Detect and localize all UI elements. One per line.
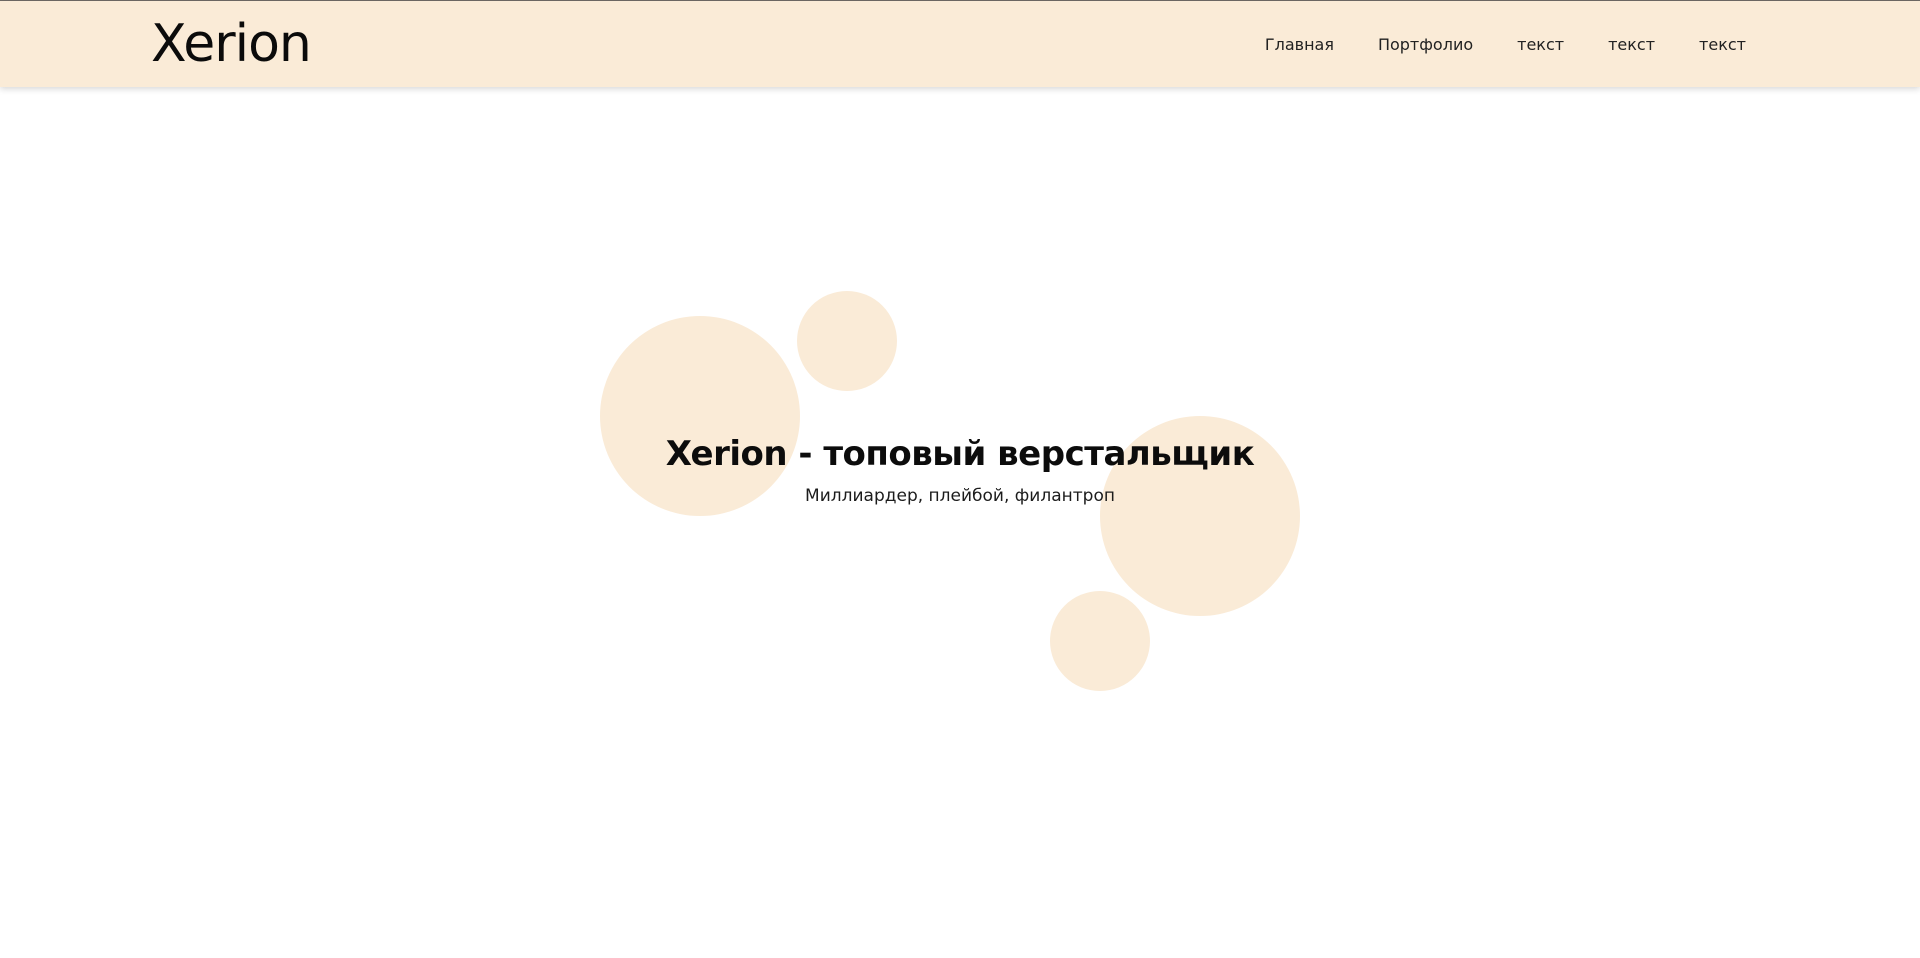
nav-link-text-1[interactable]: текст bbox=[1517, 35, 1564, 54]
nav-link-text-2[interactable]: текст bbox=[1608, 35, 1655, 54]
hero-section: Xerion - топовый верстальщик Миллиардер,… bbox=[0, 88, 1920, 958]
nav-link-home[interactable]: Главная bbox=[1265, 35, 1334, 54]
decorative-circle-small-bottom bbox=[1050, 591, 1150, 691]
hero-title: Xerion - топовый верстальщик bbox=[665, 434, 1255, 474]
hero-subtitle: Миллиардер, плейбой, филантроп bbox=[805, 486, 1115, 506]
decorative-circle-small-top bbox=[797, 291, 897, 391]
nav-link-portfolio[interactable]: Портфолио bbox=[1378, 35, 1473, 54]
nav-link-text-3[interactable]: текст bbox=[1699, 35, 1746, 54]
main-navigation: Главная Портфолио текст текст текст bbox=[1265, 1, 1746, 87]
hero-text-block: Xerion - топовый верстальщик Миллиардер,… bbox=[0, 433, 1920, 507]
site-header: Xerion Главная Портфолио текст текст тек… bbox=[0, 1, 1920, 87]
logo[interactable]: Xerion bbox=[151, 14, 312, 74]
